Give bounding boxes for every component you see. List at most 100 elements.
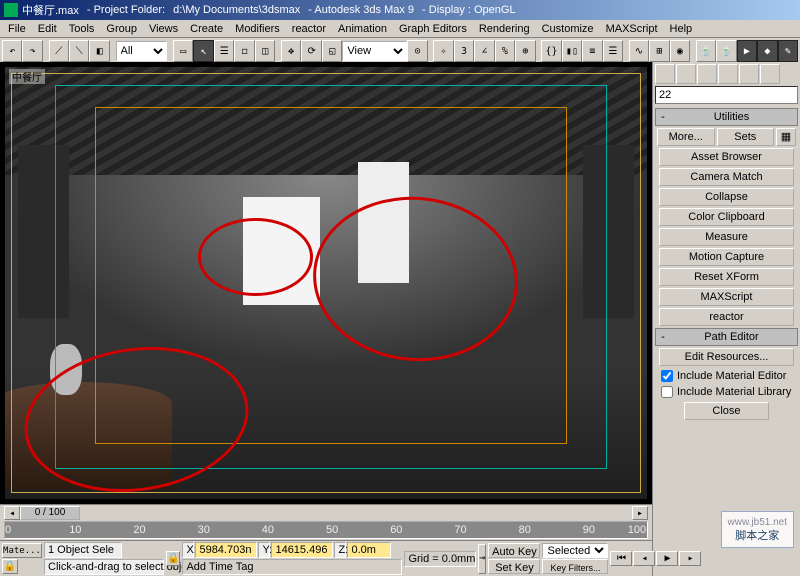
select-button[interactable]: ▭	[173, 40, 193, 62]
menu-rendering[interactable]: Rendering	[473, 22, 536, 36]
util-camera-match[interactable]: Camera Match	[659, 168, 793, 186]
grid-readout: Grid = 0.0mm	[404, 551, 476, 567]
util-reactor[interactable]: reactor	[659, 308, 793, 326]
pivot-button[interactable]: ⊙	[407, 40, 427, 62]
maxscript-mini[interactable]: Mate...	[2, 543, 42, 558]
menu-help[interactable]: Help	[664, 22, 699, 36]
scale-button[interactable]: ◱	[322, 40, 342, 62]
tab-motion-icon[interactable]	[718, 64, 738, 84]
util-collapse[interactable]: Collapse	[659, 188, 793, 206]
menu-maxscript[interactable]: MAXScript	[600, 22, 664, 36]
viewport[interactable]: 中餐厅	[4, 66, 648, 500]
edit-resources-button[interactable]: Edit Resources...	[659, 348, 793, 366]
move-button[interactable]: ✥	[281, 40, 301, 62]
select-region-button[interactable]: ◻	[234, 40, 254, 62]
util-measure[interactable]: Measure	[659, 228, 793, 246]
unlink-button[interactable]: ⟍	[69, 40, 89, 62]
menu-animation[interactable]: Animation	[332, 22, 393, 36]
timeline-next-icon[interactable]: ▸	[632, 506, 648, 520]
redo-button[interactable]: ↷	[22, 40, 42, 62]
key-mode-icon[interactable]: ⊸	[478, 544, 486, 574]
reactor-btn2[interactable]: ◆	[757, 40, 777, 62]
tab-display-icon[interactable]	[739, 64, 759, 84]
close-button[interactable]: Close	[684, 402, 770, 420]
tab-utilities-icon[interactable]	[760, 64, 780, 84]
quick-render-button[interactable]: 🍵	[716, 40, 736, 62]
manip-button[interactable]: ✧	[433, 40, 453, 62]
next-frame-icon[interactable]: ▸	[679, 551, 701, 566]
psnap-button[interactable]: %	[495, 40, 515, 62]
rollout-utilities[interactable]: -Utilities	[655, 108, 798, 126]
named-sel-button[interactable]: {}	[541, 40, 561, 62]
render-scene-button[interactable]: 🍵	[696, 40, 716, 62]
snap-button[interactable]: 3	[454, 40, 474, 62]
menu-reactor[interactable]: reactor	[286, 22, 332, 36]
menu-views[interactable]: Views	[143, 22, 184, 36]
play-icon[interactable]: ▶	[656, 551, 678, 566]
status-bar: Mate... 🔒 1 Object Sele Click-and-drag t…	[0, 540, 652, 576]
timeline: ◂ 0 / 100 ▸ 0 10 20 30 40 50 60 70 80 90…	[0, 504, 652, 540]
menu-group[interactable]: Group	[100, 22, 143, 36]
reactor-btn1[interactable]: ▶	[737, 40, 757, 62]
rollout-path-editor[interactable]: -Path Editor	[655, 328, 798, 346]
sets-button[interactable]: Sets	[717, 128, 775, 146]
x-value[interactable]: 5984.703n	[195, 542, 257, 558]
title-display: - Display : OpenGL	[422, 4, 516, 16]
select-name-button[interactable]: ☰	[214, 40, 234, 62]
util-asset-browser[interactable]: Asset Browser	[659, 148, 793, 166]
tab-modify-icon[interactable]	[676, 64, 696, 84]
autokey-button[interactable]: Auto Key	[488, 543, 540, 558]
title-bar: 中餐厅.max - Project Folder: d:\My Document…	[0, 0, 800, 20]
menu-customize[interactable]: Customize	[536, 22, 600, 36]
prev-frame-icon[interactable]: ◂	[633, 551, 655, 566]
sets-config-button[interactable]: ▦	[776, 128, 796, 146]
goto-start-icon[interactable]: ⏮	[610, 551, 632, 566]
z-label: Z:	[334, 542, 346, 558]
keymode-select[interactable]: Selected	[542, 543, 608, 558]
object-name-input[interactable]	[655, 86, 798, 104]
title-file: 中餐厅.max	[22, 2, 79, 18]
align-button[interactable]: ≡	[582, 40, 602, 62]
lock-sel-icon[interactable]: 🔒	[166, 551, 180, 566]
mated-button[interactable]: ◉	[670, 40, 690, 62]
util-color-clipboard[interactable]: Color Clipboard	[659, 208, 793, 226]
timeline-prev-icon[interactable]: ◂	[4, 506, 20, 520]
setkey-button[interactable]: Set Key	[488, 559, 540, 574]
chk-include-mat-library[interactable]: Include Material Library	[661, 386, 792, 398]
y-value[interactable]: 14615.496	[271, 542, 333, 558]
menu-create[interactable]: Create	[184, 22, 229, 36]
util-reset-xform[interactable]: Reset XForm	[659, 268, 793, 286]
layers-button[interactable]: ☰	[603, 40, 623, 62]
mirror-button[interactable]: ▮▯	[562, 40, 582, 62]
time-ruler[interactable]: 0 10 20 30 40 50 60 70 80 90 100	[4, 521, 648, 539]
rotate-button[interactable]: ⟳	[301, 40, 321, 62]
window-cross-button[interactable]: ◫	[255, 40, 275, 62]
curve-ed-button[interactable]: ∿	[629, 40, 649, 62]
util-motion-capture[interactable]: Motion Capture	[659, 248, 793, 266]
link-button[interactable]: ⟋	[49, 40, 69, 62]
schematic-button[interactable]: ⊞	[649, 40, 669, 62]
asnap-button[interactable]: ∠	[474, 40, 494, 62]
menu-edit[interactable]: Edit	[32, 22, 63, 36]
more-button[interactable]: More...	[657, 128, 715, 146]
menu-tools[interactable]: Tools	[63, 22, 101, 36]
spinner-button[interactable]: ⊕	[515, 40, 535, 62]
bind-button[interactable]: ◧	[89, 40, 109, 62]
selection-filter[interactable]: All	[116, 41, 168, 61]
chk-include-mat-editor[interactable]: Include Material Editor	[661, 370, 792, 382]
select-arrow-button[interactable]: ↖	[193, 40, 213, 62]
add-time-tag[interactable]: Add Time Tag	[182, 559, 402, 575]
refcoord-dropdown[interactable]: View	[342, 41, 407, 61]
tab-hierarchy-icon[interactable]	[697, 64, 717, 84]
keyfilters-button[interactable]: Key Filters...	[542, 559, 608, 574]
tab-create-icon[interactable]	[655, 64, 675, 84]
menu-modifiers[interactable]: Modifiers	[229, 22, 286, 36]
z-value[interactable]: 0.0m	[347, 542, 391, 558]
menu-file[interactable]: File	[2, 22, 32, 36]
time-slider-thumb[interactable]: 0 / 100	[20, 506, 80, 520]
util-maxscript[interactable]: MAXScript	[659, 288, 793, 306]
undo-button[interactable]: ↶	[2, 40, 22, 62]
lock-icon[interactable]: 🔒	[2, 559, 18, 574]
reactor-btn3[interactable]: ✎	[778, 40, 798, 62]
menu-grapheditors[interactable]: Graph Editors	[393, 22, 473, 36]
